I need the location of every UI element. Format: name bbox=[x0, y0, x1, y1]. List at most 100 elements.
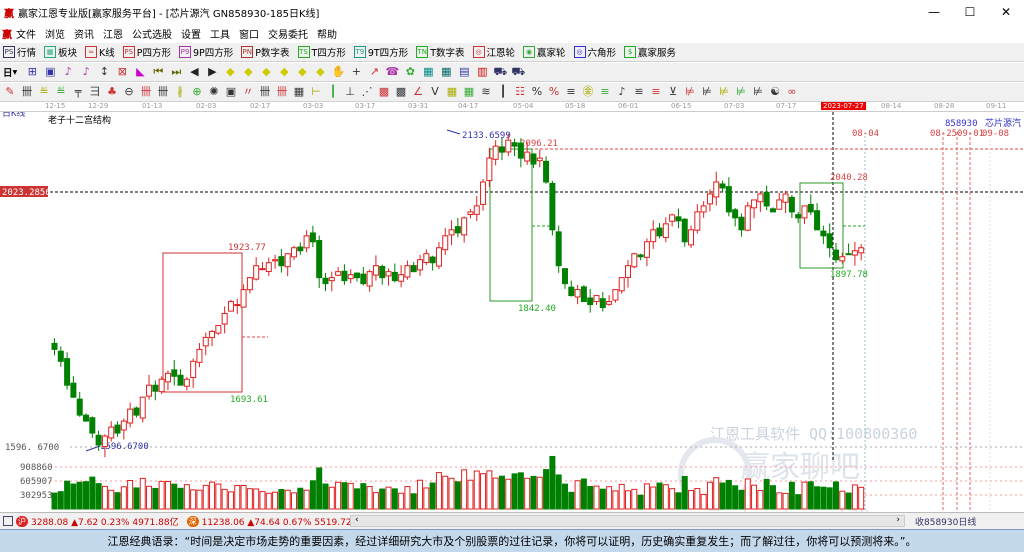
draw-tool-12-icon[interactable]: ✺ bbox=[207, 85, 221, 99]
draw-tool-30-icon[interactable]: ☷ bbox=[513, 85, 527, 99]
nav-tool-5-icon[interactable]: ⊠ bbox=[115, 65, 129, 79]
nav-tool-22-icon[interactable]: ▦ bbox=[421, 65, 435, 79]
minimize-button[interactable]: — bbox=[916, 0, 952, 24]
draw-tool-19-icon[interactable]: ┃ bbox=[326, 85, 340, 99]
nav-tool-13-icon[interactable]: ◆ bbox=[259, 65, 273, 79]
maximize-button[interactable]: ☐ bbox=[952, 0, 988, 24]
draw-tool-16-icon[interactable]: 卌 bbox=[275, 85, 289, 99]
toolbar-button-3[interactable]: PS P四方形 bbox=[122, 45, 171, 59]
nav-tool-16-icon[interactable]: ◆ bbox=[313, 65, 327, 79]
draw-tool-5-icon[interactable]: 彐 bbox=[88, 85, 102, 99]
nav-tool-15-icon[interactable]: ◆ bbox=[295, 65, 309, 79]
nav-tool-27-icon[interactable]: ⛟ bbox=[511, 65, 525, 79]
nav-tool-1-icon[interactable]: ▣ bbox=[43, 65, 57, 79]
draw-tool-36-icon[interactable]: ♪ bbox=[615, 85, 629, 99]
draw-tool-43-icon[interactable]: ⊭ bbox=[734, 85, 748, 99]
draw-tool-23-icon[interactable]: ▩ bbox=[394, 85, 408, 99]
nav-tool-17-icon[interactable]: ✋ bbox=[331, 65, 345, 79]
nav-tool-21-icon[interactable]: ✿ bbox=[403, 65, 417, 79]
toolbar-button-0[interactable]: PS 行情 bbox=[3, 45, 36, 59]
draw-tool-18-icon[interactable]: ⊢ bbox=[309, 85, 323, 99]
menu-item-4[interactable]: 公式选股 bbox=[132, 26, 172, 41]
draw-tool-3-icon[interactable]: ≝ bbox=[54, 85, 68, 99]
menu-item-6[interactable]: 工具 bbox=[210, 26, 230, 41]
draw-tool-22-icon[interactable]: ▩ bbox=[377, 85, 391, 99]
calc-icon[interactable] bbox=[3, 516, 13, 526]
toolbar-button-11[interactable]: ◎ 六角形 bbox=[573, 45, 616, 59]
nav-tool-20-icon[interactable]: ☎ bbox=[385, 65, 399, 79]
nav-tool-18-icon[interactable]: + bbox=[349, 65, 363, 79]
nav-tool-10-icon[interactable]: ▶ bbox=[205, 65, 219, 79]
nav-tool-6-icon[interactable]: ◣ bbox=[133, 65, 147, 79]
toolbar-button-12[interactable]: $ 赢家服务 bbox=[624, 45, 676, 59]
menu-item-0[interactable]: 文件 bbox=[16, 26, 36, 41]
draw-tool-34-icon[interactable]: ㊎ bbox=[581, 85, 595, 99]
draw-tool-11-icon[interactable]: ⊕ bbox=[190, 85, 204, 99]
draw-tool-17-icon[interactable]: ▦ bbox=[292, 85, 306, 99]
toolbar-button-8[interactable]: TN T数字表 bbox=[416, 45, 465, 59]
nav-tool-25-icon[interactable]: ▥ bbox=[475, 65, 489, 79]
draw-tool-15-icon[interactable]: 卌 bbox=[258, 85, 272, 99]
nav-tool-24-icon[interactable]: ▤ bbox=[457, 65, 471, 79]
draw-tool-29-icon[interactable]: ┃ bbox=[496, 85, 510, 99]
nav-tool-3-icon[interactable]: ♪ bbox=[79, 65, 93, 79]
nav-tool-19-icon[interactable]: ↗ bbox=[367, 65, 381, 79]
close-button[interactable]: ✕ bbox=[988, 0, 1024, 24]
toolbar-button-5[interactable]: PN P数字表 bbox=[241, 45, 290, 59]
draw-tool-31-icon[interactable]: % bbox=[530, 85, 544, 99]
draw-tool-24-icon[interactable]: ∠ bbox=[411, 85, 425, 99]
draw-tool-13-icon[interactable]: ▣ bbox=[224, 85, 238, 99]
menu-item-8[interactable]: 交易委托 bbox=[268, 26, 308, 41]
draw-tool-14-icon[interactable]: 〃 bbox=[241, 85, 255, 99]
draw-tool-35-icon[interactable]: ≡ bbox=[598, 85, 612, 99]
nav-tool-14-icon[interactable]: ◆ bbox=[277, 65, 291, 79]
draw-tool-9-icon[interactable]: 卌 bbox=[156, 85, 170, 99]
menu-item-7[interactable]: 窗口 bbox=[239, 26, 259, 41]
draw-tool-33-icon[interactable]: ≡ bbox=[564, 85, 578, 99]
menu-item-2[interactable]: 资讯 bbox=[74, 26, 94, 41]
nav-tool-2-icon[interactable]: ♪ bbox=[61, 65, 75, 79]
nav-tool-26-icon[interactable]: ⛟ bbox=[493, 65, 507, 79]
draw-tool-0-icon[interactable]: ✎ bbox=[3, 85, 17, 99]
draw-tool-2-icon[interactable]: ≝ bbox=[37, 85, 51, 99]
nav-tool-4-icon[interactable]: ↕ bbox=[97, 65, 111, 79]
draw-tool-4-icon[interactable]: ╤ bbox=[71, 85, 85, 99]
toolbar-button-4[interactable]: P9 9P四方形 bbox=[179, 45, 233, 59]
nav-tool-0-icon[interactable]: ⊞ bbox=[25, 65, 39, 79]
draw-tool-41-icon[interactable]: ⊭ bbox=[700, 85, 714, 99]
draw-tool-21-icon[interactable]: ⋰ bbox=[360, 85, 374, 99]
nav-tool-8-icon[interactable]: ⏭ bbox=[169, 65, 183, 79]
toolbar-button-9[interactable]: ◎ 江恩轮 bbox=[472, 45, 515, 59]
menu-item-9[interactable]: 帮助 bbox=[317, 26, 337, 41]
draw-tool-6-icon[interactable]: ♣ bbox=[105, 85, 119, 99]
draw-tool-7-icon[interactable]: ⊖ bbox=[122, 85, 136, 99]
toolbar-button-10[interactable]: ◉ 赢家轮 bbox=[523, 45, 566, 59]
menu-item-3[interactable]: 江恩 bbox=[103, 26, 123, 41]
toolbar-button-1[interactable]: ▦ 板块 bbox=[44, 45, 77, 59]
draw-tool-38-icon[interactable]: ≡ bbox=[649, 85, 663, 99]
kline-chart[interactable]: 江恩工具软件 QQ:100800360赢家聊吧liaoba.w.t38.com2… bbox=[0, 107, 1024, 527]
draw-tool-26-icon[interactable]: ▦ bbox=[445, 85, 459, 99]
draw-tool-20-icon[interactable]: ⊥ bbox=[343, 85, 357, 99]
draw-tool-45-icon[interactable]: ☯ bbox=[768, 85, 782, 99]
menu-item-1[interactable]: 浏览 bbox=[45, 26, 65, 41]
menu-logo-icon[interactable]: 赢 bbox=[2, 26, 12, 41]
nav-tool-9-icon[interactable]: ◀ bbox=[187, 65, 201, 79]
draw-tool-25-icon[interactable]: V bbox=[428, 85, 442, 99]
draw-tool-37-icon[interactable]: ≌ bbox=[632, 85, 646, 99]
draw-tool-1-icon[interactable]: 卌 bbox=[20, 85, 34, 99]
nav-tool-23-icon[interactable]: ▦ bbox=[439, 65, 453, 79]
menu-item-5[interactable]: 设置 bbox=[181, 26, 201, 41]
draw-tool-42-icon[interactable]: ⊭ bbox=[717, 85, 731, 99]
draw-tool-44-icon[interactable]: ⊭ bbox=[751, 85, 765, 99]
draw-tool-8-icon[interactable]: 卌 bbox=[139, 85, 153, 99]
period-dropdown[interactable]: 日 ▾ bbox=[3, 65, 17, 80]
nav-tool-7-icon[interactable]: ⏮ bbox=[151, 65, 165, 79]
draw-tool-40-icon[interactable]: ⊭ bbox=[683, 85, 697, 99]
draw-tool-28-icon[interactable]: ≋ bbox=[479, 85, 493, 99]
chart-canvas[interactable]: 江恩工具软件 QQ:100800360赢家聊吧liaoba.w.t38.com2… bbox=[0, 107, 1024, 527]
horizontal-scrollbar[interactable]: ‹ › bbox=[350, 515, 905, 527]
draw-tool-46-icon[interactable]: ∞ bbox=[785, 85, 799, 99]
nav-tool-12-icon[interactable]: ◆ bbox=[241, 65, 255, 79]
draw-tool-10-icon[interactable]: ∦ bbox=[173, 85, 187, 99]
